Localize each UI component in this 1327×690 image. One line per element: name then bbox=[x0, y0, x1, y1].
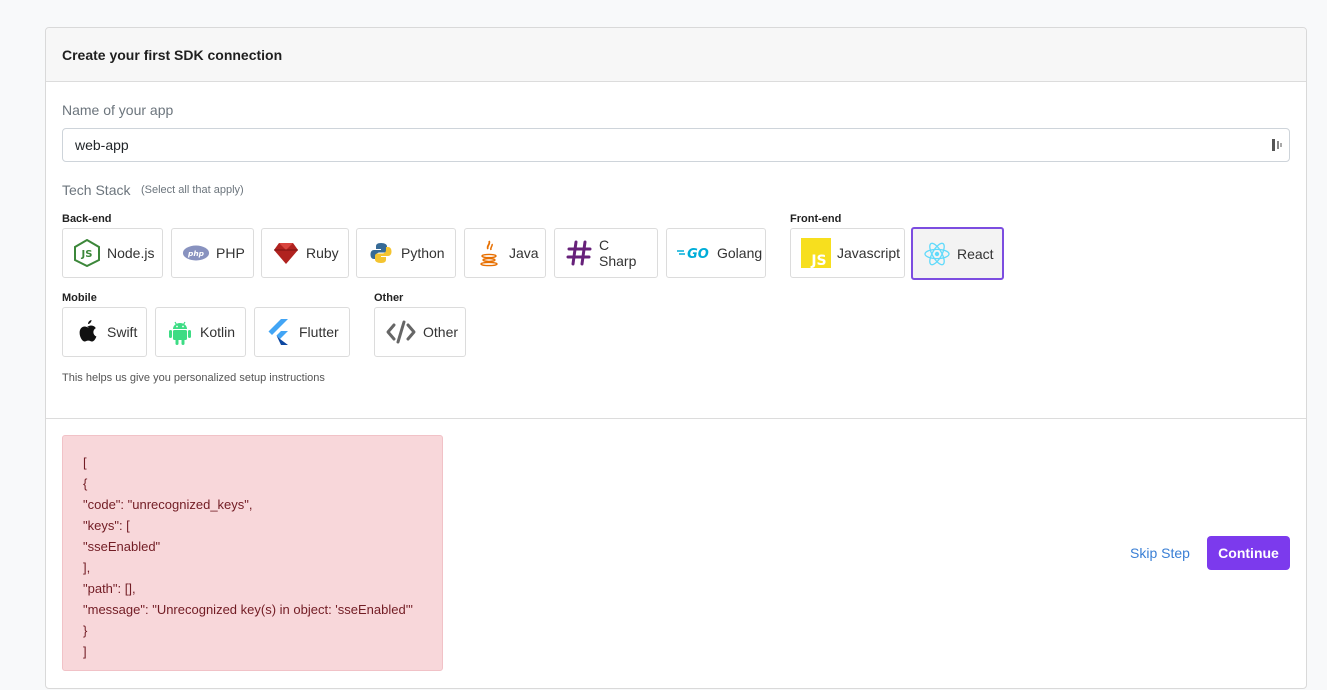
group-label-other: Other bbox=[374, 292, 404, 304]
nodejs-icon: JS bbox=[73, 239, 101, 267]
tile-other[interactable]: Other bbox=[374, 307, 466, 357]
tile-flutter[interactable]: Flutter bbox=[254, 307, 350, 357]
tile-csharp[interactable]: C Sharp bbox=[554, 228, 658, 278]
tile-label: Swift bbox=[107, 324, 138, 340]
tile-label: Flutter bbox=[299, 324, 339, 340]
tile-ruby[interactable]: Ruby bbox=[261, 228, 349, 278]
javascript-icon: JS bbox=[801, 238, 831, 268]
card-title: Create your first SDK connection bbox=[62, 46, 283, 63]
app-name-label: Name of your app bbox=[62, 102, 174, 118]
tile-kotlin[interactable]: Kotlin bbox=[155, 307, 246, 357]
sdk-connection-card: Create your first SDK connection Name of… bbox=[45, 27, 1307, 689]
svg-text:JS: JS bbox=[81, 249, 93, 260]
apple-icon bbox=[73, 318, 101, 346]
php-icon: php bbox=[182, 239, 210, 267]
tile-react[interactable]: React bbox=[911, 227, 1004, 280]
ruby-icon bbox=[272, 239, 300, 267]
password-manager-icon[interactable] bbox=[1271, 138, 1283, 152]
card-header: Create your first SDK connection bbox=[46, 28, 1306, 82]
group-label-backend: Back-end bbox=[62, 213, 112, 225]
skip-step-link[interactable]: Skip Step bbox=[1130, 545, 1190, 561]
android-icon bbox=[166, 318, 194, 346]
tile-swift[interactable]: Swift bbox=[62, 307, 147, 357]
tile-label: Javascript bbox=[837, 245, 901, 261]
tile-label: Ruby bbox=[306, 245, 339, 261]
tile-label: PHP bbox=[216, 245, 245, 261]
svg-text:php: php bbox=[187, 249, 205, 258]
group-label-mobile: Mobile bbox=[62, 292, 97, 304]
svg-text:GO: GO bbox=[687, 247, 709, 262]
setup-hint: This helps us give you personalized setu… bbox=[62, 372, 325, 384]
group-label-frontend: Front-end bbox=[790, 213, 842, 225]
app-name-field-wrapper bbox=[62, 128, 1290, 162]
tile-nodejs[interactable]: JS Node.js bbox=[62, 228, 163, 278]
svg-text:JS: JS bbox=[810, 253, 826, 268]
section-divider bbox=[46, 418, 1306, 419]
python-icon bbox=[367, 239, 395, 267]
continue-button[interactable]: Continue bbox=[1207, 536, 1290, 570]
tile-label: Node.js bbox=[107, 245, 155, 261]
hash-icon bbox=[565, 239, 593, 267]
tile-label: Python bbox=[401, 245, 445, 261]
tile-java[interactable]: Java bbox=[464, 228, 546, 278]
code-icon bbox=[385, 318, 417, 346]
error-alert: [ { "code": "unrecognized_keys", "keys":… bbox=[62, 435, 443, 671]
tile-label: Kotlin bbox=[200, 324, 236, 340]
tile-label: Java bbox=[509, 245, 539, 261]
error-message: [ { "code": "unrecognized_keys", "keys":… bbox=[83, 455, 413, 659]
react-icon bbox=[923, 240, 951, 268]
flutter-icon bbox=[265, 318, 293, 346]
app-name-input[interactable] bbox=[63, 129, 1289, 161]
tile-javascript[interactable]: JS Javascript bbox=[790, 228, 905, 278]
tech-stack-label: Tech Stack bbox=[62, 182, 131, 198]
golang-icon: GO bbox=[677, 239, 711, 267]
tile-label: Other bbox=[423, 324, 459, 340]
tech-stack-hint: (Select all that apply) bbox=[141, 184, 244, 196]
tile-golang[interactable]: GO Golang bbox=[666, 228, 766, 278]
tile-python[interactable]: Python bbox=[356, 228, 456, 278]
tile-label: Golang bbox=[717, 245, 763, 261]
tile-label: React bbox=[957, 245, 994, 262]
tile-php[interactable]: php PHP bbox=[171, 228, 254, 278]
java-icon bbox=[475, 239, 503, 267]
tile-label: C Sharp bbox=[599, 237, 637, 269]
